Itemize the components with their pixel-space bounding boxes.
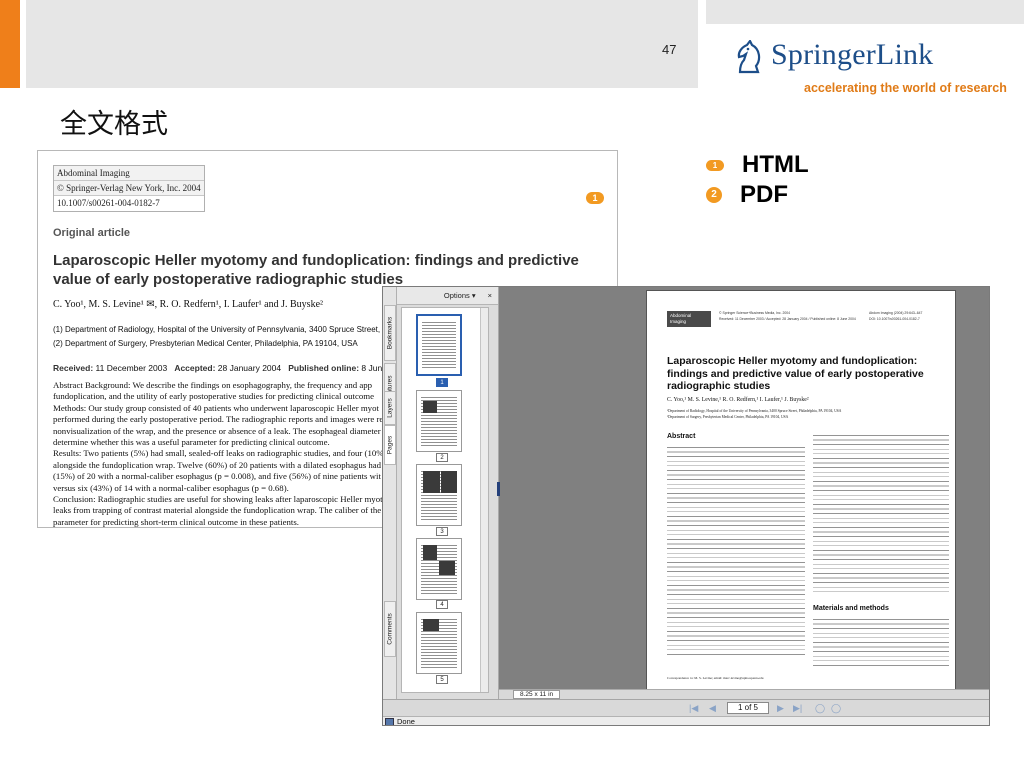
- logo-brand: SpringerLink: [771, 38, 934, 71]
- page-number: 47: [662, 42, 677, 57]
- slide: 47 SpringerLink accelerating the world o…: [0, 0, 1024, 768]
- page-header-left: © Springer Science+Business Media, Inc. …: [719, 311, 791, 315]
- received-label: Received:: [53, 363, 94, 373]
- page-thumbnail[interactable]: [416, 538, 462, 600]
- bullet-label: PDF: [740, 181, 788, 208]
- affiliation-1: (1) Department of Radiology, Hospital of…: [53, 325, 396, 334]
- thumbnail-number[interactable]: 1: [436, 378, 448, 387]
- previous-page-icon[interactable]: ◀: [709, 703, 716, 714]
- page-size-indicator: 8.25 x 11 in: [513, 690, 561, 699]
- pdf-page: Abdominal Imaging © Springer Science+Bus…: [646, 290, 956, 690]
- page-thumbnail[interactable]: [416, 464, 462, 526]
- section-label: Original article: [53, 227, 131, 239]
- pdf-abstract-heading: Abstract: [667, 433, 696, 440]
- thumbnail-scrollbar[interactable]: [480, 308, 488, 692]
- header-band: [26, 0, 698, 88]
- options-menu[interactable]: Options ▾: [444, 291, 476, 300]
- journal-box: Abdominal Imaging: [667, 311, 711, 327]
- navigation-bar: |◀ ◀ 1 of 5 ▶ ▶| ◯ ◯: [383, 699, 989, 716]
- thumbnail-number[interactable]: 5: [436, 675, 448, 684]
- side-tab-bar: Bookmarks Signatures Layers Pages Commen…: [383, 287, 397, 699]
- thumbnail-panel-header: Options ▾ ×: [397, 287, 498, 305]
- article-dates: Received: 11 December 2003 Accepted: 28 …: [53, 363, 408, 373]
- list-item-pdf: 2 PDF: [706, 180, 809, 210]
- logo-tagline: accelerating the world of research: [804, 81, 1007, 95]
- tab-comments[interactable]: Comments: [384, 601, 396, 657]
- pdf-article-title: Laparoscopic Heller myotomy and fundopli…: [667, 355, 924, 392]
- thumbnail-number[interactable]: 3: [436, 527, 448, 536]
- page-header-dates: Received: 11 December 2003 / Accepted: 2…: [719, 317, 856, 321]
- next-view-icon[interactable]: ◯: [831, 703, 841, 714]
- number-badge-icon: 2: [706, 187, 722, 203]
- pdf-affiliation-1: ¹Department of Radiology, Hospital of th…: [667, 409, 842, 413]
- close-icon[interactable]: ×: [488, 291, 492, 300]
- affiliation-2: (2) Department of Surgery, Presbyterian …: [53, 339, 358, 348]
- article-title: Laparoscopic Heller myotomy and fundopli…: [53, 252, 579, 288]
- format-list: 1 HTML 2 PDF: [706, 150, 809, 210]
- status-text: Done: [397, 717, 415, 726]
- pdf-methods-heading: Materials and methods: [813, 605, 889, 612]
- springerlink-logo: SpringerLink accelerating the world of r…: [716, 26, 1024, 96]
- tab-pages[interactable]: Pages: [384, 425, 396, 465]
- pdf-text-column-left: [667, 447, 805, 657]
- list-item-html: 1 HTML: [706, 150, 809, 180]
- published-label: Published online:: [288, 363, 360, 373]
- pdf-viewer-screenshot: Bookmarks Signatures Layers Pages Commen…: [382, 286, 990, 726]
- page-thumbnail[interactable]: [416, 612, 462, 674]
- journal-name: Abdominal Imaging: [54, 166, 204, 181]
- pdf-text-column-right: [813, 435, 949, 595]
- accepted-date: 28 January 2004: [217, 363, 282, 373]
- accent-strip: [0, 0, 20, 88]
- copyright: © Springer-Verlag New York, Inc. 2004: [54, 181, 204, 196]
- pdf-text-column-right-lower: [813, 619, 949, 667]
- first-page-icon[interactable]: |◀: [689, 703, 698, 714]
- panel-splitter-handle[interactable]: [497, 482, 500, 496]
- last-page-icon[interactable]: ▶|: [793, 703, 802, 714]
- page-header-doi: DOI: 10.1007/s00261-004-0182-7: [869, 317, 920, 321]
- article-meta-box: Abdominal Imaging © Springer-Verlag New …: [53, 165, 205, 212]
- received-date: 11 December 2003: [95, 363, 168, 373]
- page-icon: [385, 718, 394, 725]
- number-badge-icon: 1: [706, 159, 724, 171]
- page-header-right: Abdom Imaging (2004) 29:643–647: [869, 311, 923, 315]
- bullet-label: HTML: [742, 151, 809, 178]
- browser-status-bar: Done: [383, 716, 989, 726]
- slide-title: 全文格式: [60, 109, 168, 140]
- pdf-article-authors: C. Yoo,¹ M. S. Levine,¹ R. O. Redfern,¹ …: [667, 397, 809, 403]
- previous-view-icon[interactable]: ◯: [815, 703, 825, 714]
- accepted-label: Accepted:: [174, 363, 216, 373]
- chess-knight-icon: [737, 40, 761, 74]
- thumbnail-panel: Options ▾ × 1 2 3 4 5: [397, 287, 499, 699]
- page-thumbnail[interactable]: [416, 314, 462, 376]
- thumbnail-list: 1 2 3 4 5: [401, 307, 489, 693]
- callout-badge-icon: 1: [586, 192, 604, 204]
- thumbnail-number[interactable]: 4: [436, 600, 448, 609]
- page-thumbnail[interactable]: [416, 390, 462, 452]
- tab-layers[interactable]: Layers: [384, 391, 396, 425]
- page-status-row: [499, 689, 989, 699]
- doi: 10.1007/s00261-004-0182-7: [54, 196, 204, 211]
- tab-bookmarks[interactable]: Bookmarks: [384, 305, 396, 361]
- thumbnail-number[interactable]: 2: [436, 453, 448, 462]
- article-authors[interactable]: C. Yoo¹, M. S. Levine¹ ✉, R. O. Redfern¹…: [53, 299, 323, 310]
- pdf-affiliation-2: ²Department of Surgery, Presbyterian Med…: [667, 415, 789, 419]
- pdf-footnote: Correspondence to: M. S. Levine; email: …: [667, 676, 764, 680]
- header-band-right: [706, 0, 1024, 24]
- next-page-icon[interactable]: ▶: [777, 703, 784, 714]
- page-number-field[interactable]: 1 of 5: [727, 702, 769, 714]
